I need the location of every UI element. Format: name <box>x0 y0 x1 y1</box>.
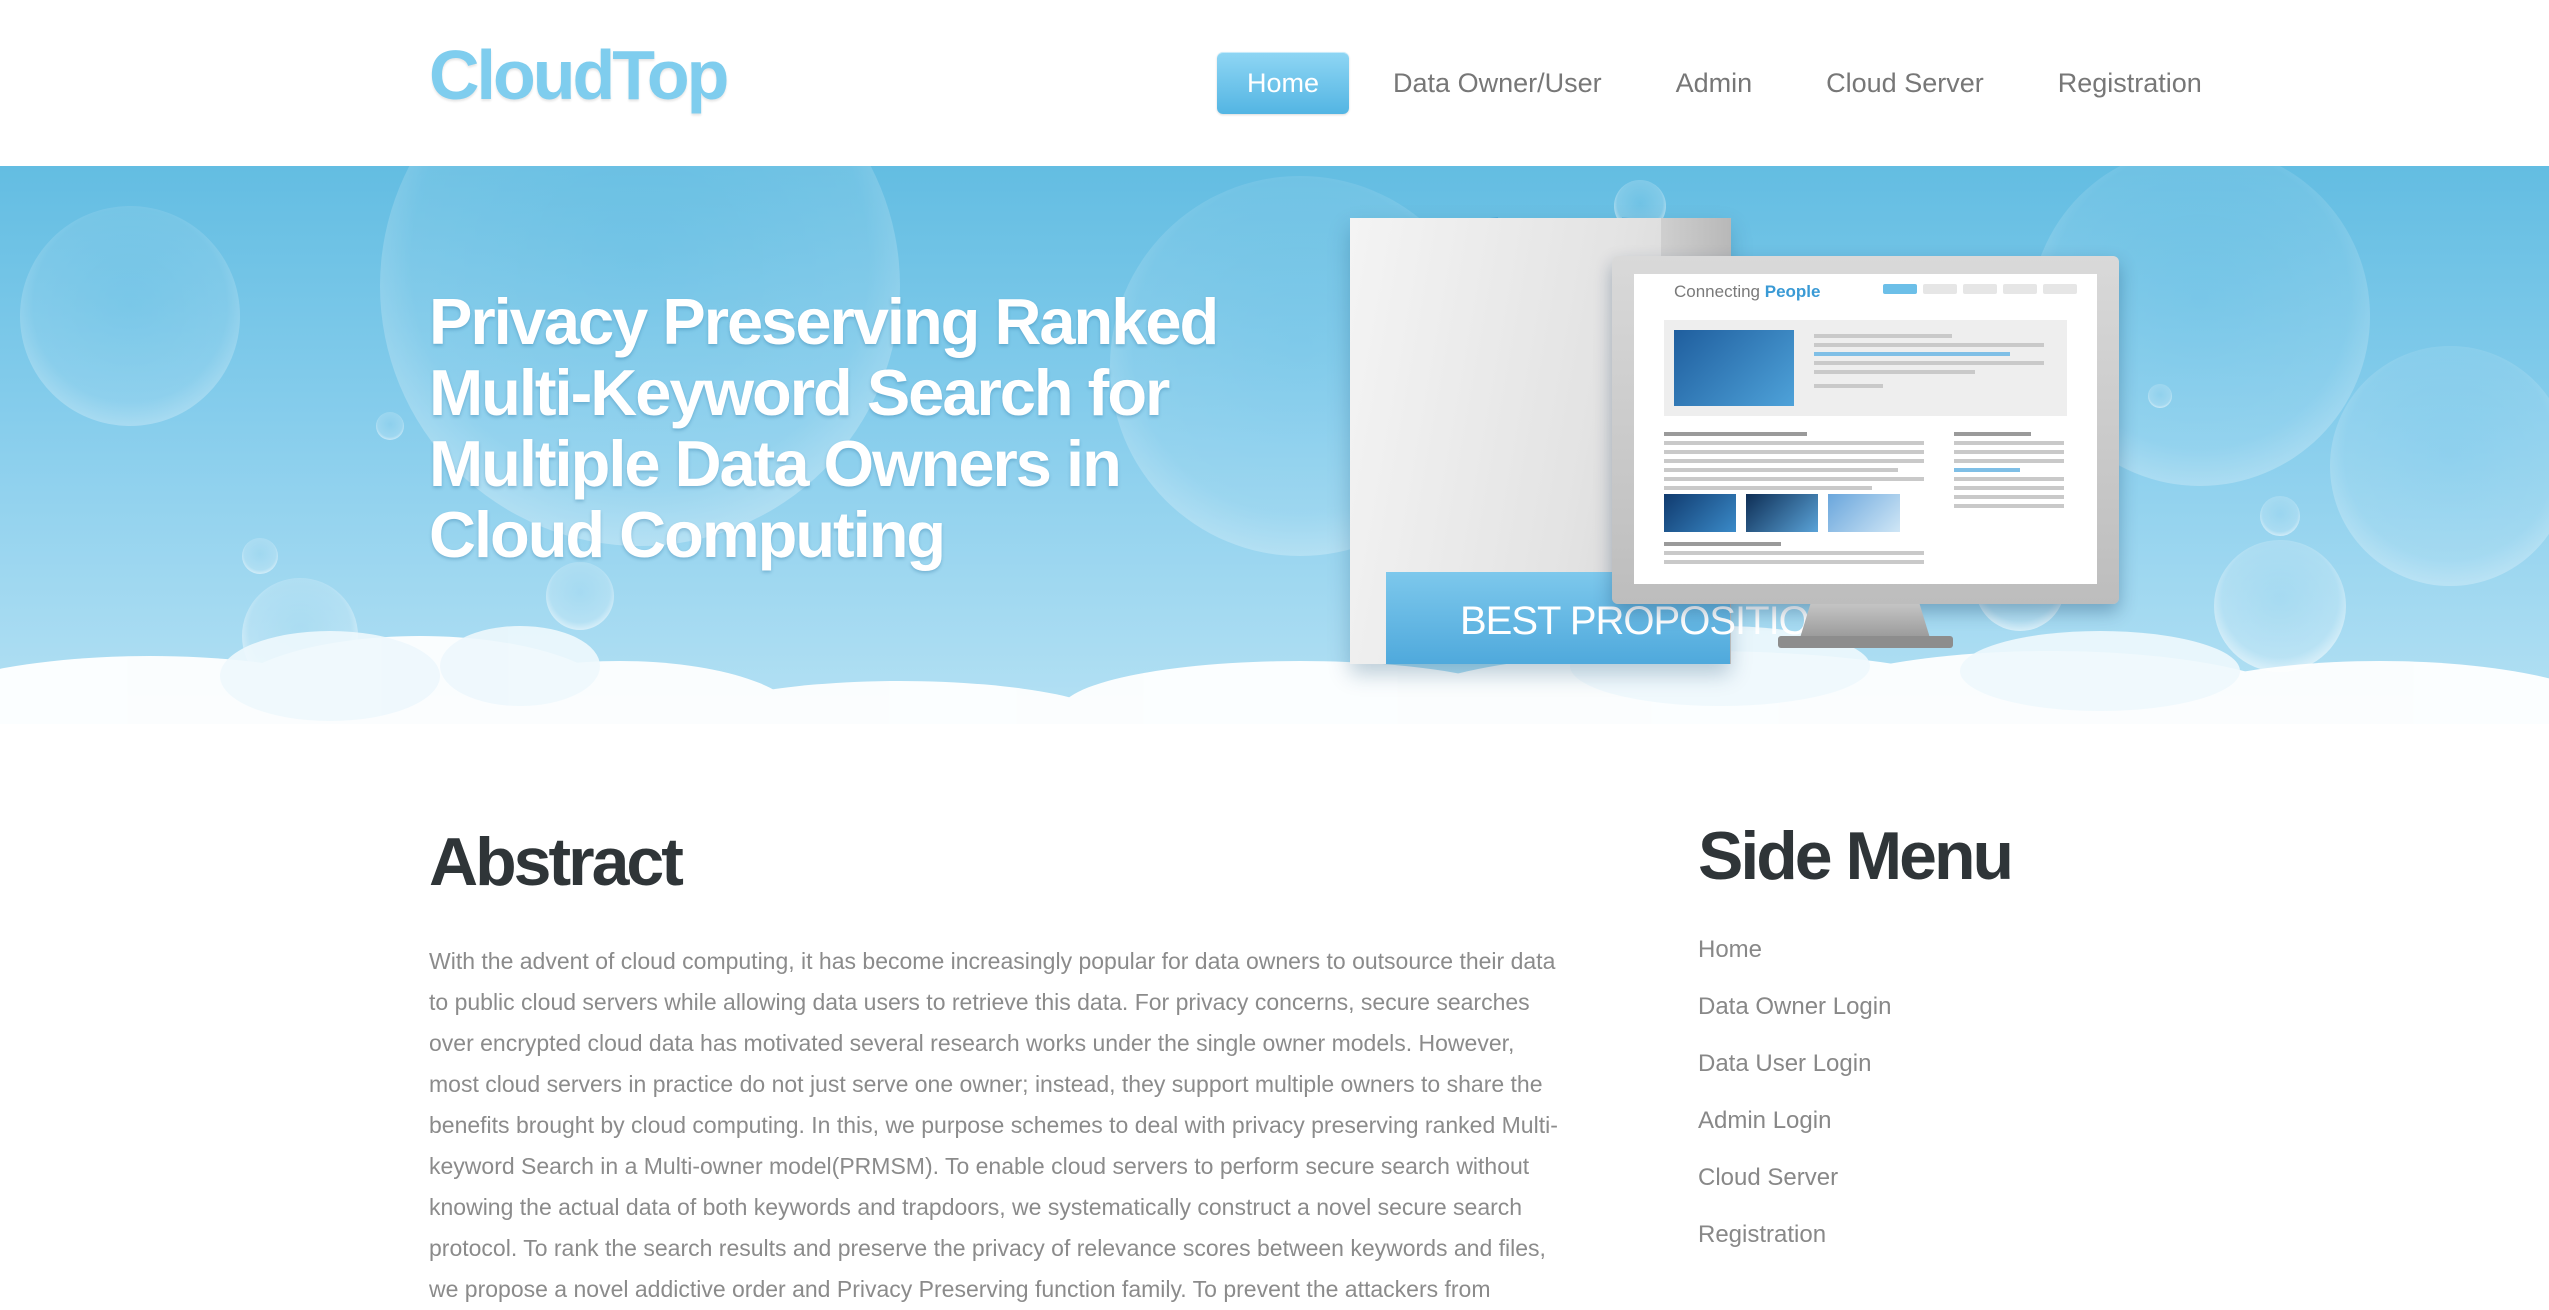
side-menu-item-home[interactable]: Home <box>1698 935 2298 992</box>
side-menu-item-data-user-login[interactable]: Data User Login <box>1698 1049 2298 1106</box>
side-menu-heading: Side Menu <box>1698 818 2014 894</box>
monitor-illustration: Connecting People <box>1612 256 2119 604</box>
nav-cloud-server[interactable]: Cloud Server <box>1796 52 2014 114</box>
nav-data-owner-user[interactable]: Data Owner/User <box>1363 52 1632 114</box>
sky-background <box>0 166 2549 724</box>
abstract-section: Abstract With the advent of cloud comput… <box>429 828 1569 1310</box>
monitor-stand <box>1800 604 1930 638</box>
side-menu-list: Home Data Owner Login Data User Login Ad… <box>1698 935 2298 1277</box>
screen-title: Connecting People <box>1674 282 1821 301</box>
screen-hero <box>1664 320 2067 416</box>
abstract-body: With the advent of cloud computing, it h… <box>429 948 1558 1302</box>
site-header: CloudTop Home Data Owner/User Admin Clou… <box>0 0 2549 166</box>
monitor-screen: Connecting People <box>1634 274 2097 584</box>
screen-nav <box>1883 284 2077 294</box>
nav-registration[interactable]: Registration <box>2028 52 2232 114</box>
side-menu: Side Menu Home Data Owner Login Data Use… <box>1698 822 2298 1277</box>
nav-home[interactable]: Home <box>1217 52 1350 114</box>
monitor-base <box>1778 636 1953 648</box>
site-logo[interactable]: CloudTop <box>429 40 729 110</box>
abstract-heading: Abstract <box>429 824 684 900</box>
nav-admin[interactable]: Admin <box>1646 52 1783 114</box>
main-nav: Home Data Owner/User Admin Cloud Server … <box>1217 52 2232 114</box>
side-menu-item-registration[interactable]: Registration <box>1698 1220 2298 1277</box>
hero-banner: Privacy Preserving Ranked Multi-Keyword … <box>0 166 2549 724</box>
side-menu-item-data-owner-login[interactable]: Data Owner Login <box>1698 992 2298 1049</box>
hero-title: Privacy Preserving Ranked Multi-Keyword … <box>429 285 1219 571</box>
side-menu-item-cloud-server[interactable]: Cloud Server <box>1698 1163 2298 1220</box>
side-menu-item-admin-login[interactable]: Admin Login <box>1698 1106 2298 1163</box>
